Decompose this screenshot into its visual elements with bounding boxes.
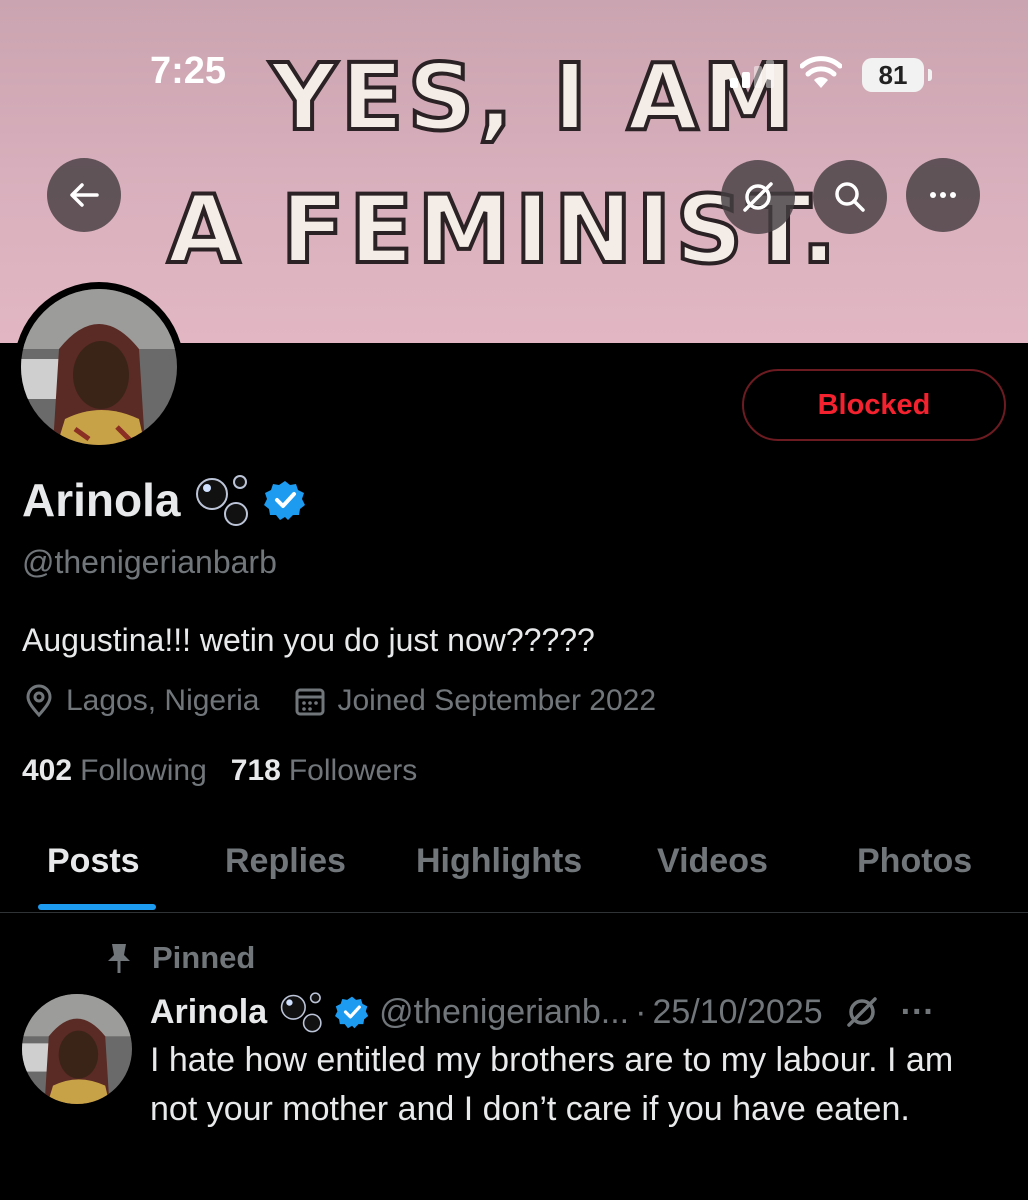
back-arrow-icon — [70, 183, 99, 207]
post-text: I hate how entitled my brothers are to m… — [150, 1041, 954, 1128]
back-button[interactable] — [47, 158, 121, 232]
more-icon — [930, 192, 956, 198]
profile-location: Lagos, Nigeria — [66, 684, 260, 717]
tab-videos[interactable]: Videos — [657, 842, 768, 881]
cellular-signal-icon — [730, 58, 780, 88]
pin-icon — [108, 944, 130, 973]
following-count: 402 — [22, 754, 73, 787]
profile-name-row: Arinola — [22, 472, 306, 528]
avatar-photo — [21, 289, 177, 445]
tab-posts[interactable]: Posts — [47, 842, 140, 881]
verified-badge-icon[interactable] — [264, 479, 306, 521]
post-verified-badge-icon — [335, 996, 369, 1029]
tab-photos[interactable]: Photos — [857, 842, 972, 881]
profile-handle: @thenigerianbarb — [22, 544, 277, 580]
pinned-label-row: Pinned — [104, 940, 255, 976]
tab-highlights[interactable]: Highlights — [416, 842, 582, 881]
active-tab-indicator — [38, 904, 156, 910]
post-avatar-photo — [22, 994, 132, 1104]
display-name: Arinola — [22, 474, 181, 526]
grok-button[interactable] — [721, 160, 795, 234]
post-bubbles-emoji-icon — [280, 992, 322, 1033]
more-options-button[interactable] — [906, 158, 980, 232]
followers-link[interactable]: 718 Followers — [231, 754, 417, 788]
calendar-icon — [295, 688, 325, 716]
profile-avatar[interactable] — [14, 282, 184, 452]
tab-replies[interactable]: Replies — [225, 842, 346, 881]
post-author-handle: @thenigerianb... — [379, 992, 630, 1031]
profile-meta: Lagos, Nigeria Joined September 2022 — [22, 684, 656, 718]
post-separator: · — [635, 992, 647, 1031]
post-author-name[interactable]: Arinola — [150, 993, 267, 1032]
search-button[interactable] — [813, 160, 887, 234]
followers-count: 718 — [230, 754, 281, 787]
post-more-icon[interactable]: ··· — [901, 993, 935, 1032]
bubbles-emoji-icon — [196, 475, 249, 526]
post-grok-icon[interactable] — [845, 995, 879, 1029]
location-pin-icon — [26, 684, 52, 718]
battery-indicator: 81 — [862, 58, 932, 92]
following-link[interactable]: 402 Following — [22, 754, 207, 788]
profile-joined-date: Joined September 2022 — [337, 684, 657, 717]
follow-counts: 402 Following 718 Followers — [22, 754, 417, 788]
following-label: Following — [80, 754, 207, 787]
post-header: Arinola @thenigerianb... · 25/10/2025 ··… — [150, 990, 935, 1034]
profile-tabs: Posts Replies Highlights Videos Photos — [0, 812, 1028, 913]
wifi-icon — [800, 56, 842, 88]
pinned-label: Pinned — [152, 940, 256, 975]
profile-bio: Augustina!!! wetin you do just now????? — [22, 622, 595, 658]
post-author-avatar[interactable] — [22, 994, 132, 1104]
followers-label: Followers — [288, 754, 418, 787]
blocked-button[interactable]: Blocked — [742, 369, 1006, 441]
grok-icon — [743, 182, 773, 212]
status-bar-time: 7:25 — [150, 50, 227, 92]
post-date[interactable]: 25/10/2025 — [652, 993, 822, 1032]
search-icon — [835, 182, 865, 212]
